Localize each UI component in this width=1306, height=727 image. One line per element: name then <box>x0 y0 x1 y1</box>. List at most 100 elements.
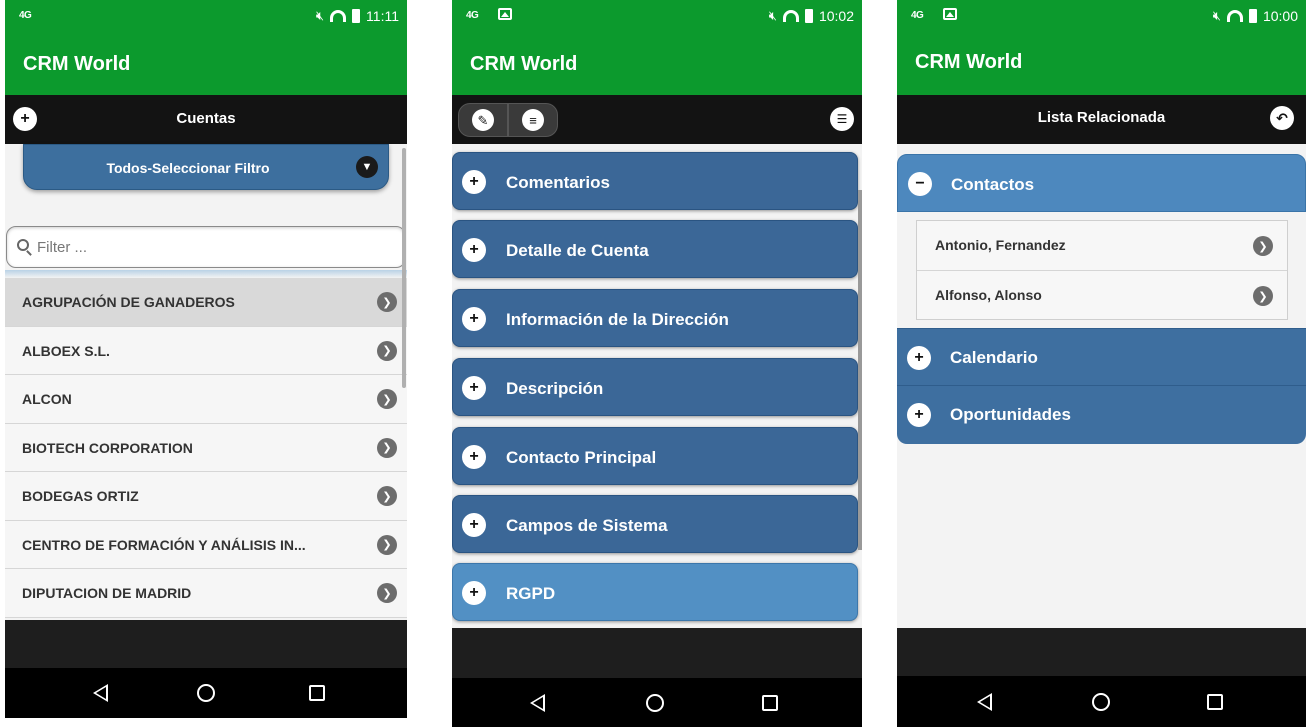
plus-icon: + <box>462 170 486 194</box>
android-nav-bar <box>5 668 407 718</box>
chevron-right-icon: ❯ <box>377 534 397 555</box>
edit-button[interactable]: ✎ <box>458 103 508 137</box>
contact-name: Antonio, Fernandez <box>935 237 1066 253</box>
wifi-icon <box>1226 10 1243 22</box>
chevron-right-icon: ❯ <box>1253 236 1273 256</box>
app-header: CRM World <box>897 33 1306 95</box>
phone-screen-related-list: 4G 🔇︎ 10:00 CRM World Lista Relacionada … <box>897 0 1306 727</box>
home-nav-icon[interactable] <box>197 684 215 702</box>
toolbar: + Cuentas <box>5 95 407 144</box>
image-notification-icon <box>943 8 957 20</box>
wifi-icon <box>330 10 347 22</box>
section-header[interactable]: + Descripción <box>452 358 858 416</box>
status-bar: 4G 🔇︎ 10:02 <box>452 0 862 33</box>
battery-icon <box>1248 9 1257 23</box>
section-label: Descripción <box>506 379 604 398</box>
footer-bar <box>452 628 862 678</box>
section-header[interactable]: + Campos de Sistema <box>452 495 858 553</box>
plus-icon: + <box>462 307 486 331</box>
android-nav-bar <box>452 678 862 727</box>
section-header[interactable]: + Información de la Dirección <box>452 289 858 347</box>
section-header-active[interactable]: + RGPD <box>452 563 858 621</box>
back-nav-icon[interactable] <box>977 692 992 711</box>
status-bar: 4G 🔇︎ 10:00 <box>897 0 1306 33</box>
app-title: CRM World <box>470 53 578 75</box>
scrollbar[interactable] <box>402 148 406 388</box>
plus-icon: + <box>462 376 486 400</box>
menu-icon: ≡ <box>522 109 544 131</box>
section-header[interactable]: + Detalle de Cuenta <box>452 220 858 278</box>
accounts-list: AGRUPACIÓN DE GANADEROS ❯ ALBOEX S.L. ❯ … <box>5 278 407 618</box>
list-item[interactable]: Antonio, Fernandez ❯ <box>917 221 1287 271</box>
menu-button[interactable]: ≡ <box>508 103 558 137</box>
section-header[interactable]: + Comentarios <box>452 152 858 210</box>
minus-icon: − <box>908 172 932 196</box>
toolbar: Lista Relacionada ↶ <box>897 95 1306 144</box>
plus-icon: + <box>462 445 486 469</box>
section-label: Comentarios <box>506 173 610 192</box>
list-item[interactable]: AGRUPACIÓN DE GANADEROS ❯ <box>5 278 407 327</box>
back-nav-icon[interactable] <box>93 684 108 702</box>
mute-icon: 🔇︎ <box>315 8 325 23</box>
undo-back-icon[interactable]: ↶ <box>1270 106 1294 130</box>
list-item[interactable]: BODEGAS ORTIZ ❯ <box>5 472 407 521</box>
android-nav-bar <box>897 676 1306 727</box>
list-item[interactable]: ALBOEX S.L. ❯ <box>5 326 407 375</box>
footer-bar <box>897 628 1306 676</box>
scrollbar[interactable] <box>858 190 862 550</box>
recents-nav-icon[interactable] <box>762 694 778 711</box>
account-name: AGRUPACIÓN DE GANADEROS <box>22 294 235 310</box>
section-header[interactable]: + Oportunidades <box>897 386 1306 444</box>
account-name: BODEGAS ORTIZ <box>22 488 139 504</box>
phone-screen-account-detail: 4G 🔇︎ 10:02 CRM World ✎ ≡ ☰ + Comentario… <box>452 0 862 727</box>
chevron-right-icon: ❯ <box>377 340 397 361</box>
clock: 10:02 <box>818 8 854 24</box>
home-nav-icon[interactable] <box>646 693 664 712</box>
chevron-right-icon: ❯ <box>377 292 397 312</box>
app-header: CRM World <box>5 33 407 95</box>
account-name: DIPUTACION DE MADRID <box>22 585 192 601</box>
list-item[interactable]: Alfonso, Alonso ❯ <box>917 271 1287 321</box>
list-item[interactable]: ALCON ❯ <box>5 375 407 424</box>
recents-nav-icon[interactable] <box>1207 693 1223 710</box>
app-title: CRM World <box>23 53 131 75</box>
pencil-icon: ✎ <box>472 109 494 131</box>
chevron-right-icon: ❯ <box>1253 286 1273 306</box>
status-bar: 4G 🔇︎ 11:11 <box>5 0 407 33</box>
chevron-right-icon: ❯ <box>377 389 397 409</box>
section-label: Oportunidades <box>950 405 1071 424</box>
toolbar: ✎ ≡ ☰ <box>452 95 862 144</box>
section-label: Campos de Sistema <box>506 516 668 535</box>
battery-icon <box>804 9 813 23</box>
footer-bar <box>5 620 407 668</box>
section-label: Detalle de Cuenta <box>506 241 649 260</box>
account-name: CENTRO DE FORMACIÓN Y ANÁLISIS IN... <box>22 536 306 553</box>
list-item[interactable]: CENTRO DE FORMACIÓN Y ANÁLISIS IN... ❯ <box>5 520 407 569</box>
back-nav-icon[interactable] <box>530 693 545 712</box>
chevron-right-icon: ❯ <box>377 583 397 603</box>
home-nav-icon[interactable] <box>1092 692 1110 711</box>
section-label: Calendario <box>950 348 1038 367</box>
network-indicator: 4G <box>19 10 32 21</box>
recents-nav-icon[interactable] <box>309 685 325 701</box>
filter-select-button[interactable]: Todos-Seleccionar Filtro ▼ <box>23 144 389 190</box>
plus-icon: + <box>462 581 486 605</box>
contact-name: Alfonso, Alonso <box>935 287 1042 303</box>
clock: 11:11 <box>366 8 399 24</box>
account-name: ALBOEX S.L. <box>22 342 110 359</box>
section-header[interactable]: + Contacto Principal <box>452 427 858 485</box>
plus-icon: + <box>462 238 486 262</box>
section-label: Contactos <box>951 175 1035 194</box>
chevron-right-icon: ❯ <box>377 486 397 506</box>
contacts-section-header[interactable]: − Contactos <box>897 154 1306 212</box>
contacts-list: Antonio, Fernandez ❯ Alfonso, Alonso ❯ <box>916 220 1288 320</box>
list-item[interactable]: BIOTECH CORPORATION ❯ <box>5 423 407 472</box>
section-header[interactable]: + Calendario <box>897 328 1306 386</box>
list-icon[interactable]: ☰ <box>830 107 854 131</box>
network-indicator: 4G <box>466 10 479 21</box>
app-header: CRM World <box>452 33 862 95</box>
search-input[interactable]: Filter ... <box>6 226 406 268</box>
phone-screen-accounts: 4G 🔇︎ 11:11 CRM World + Cuentas Todos-Se… <box>5 0 407 718</box>
network-indicator: 4G <box>911 10 924 21</box>
list-item[interactable]: DIPUTACION DE MADRID ❯ <box>5 569 407 618</box>
